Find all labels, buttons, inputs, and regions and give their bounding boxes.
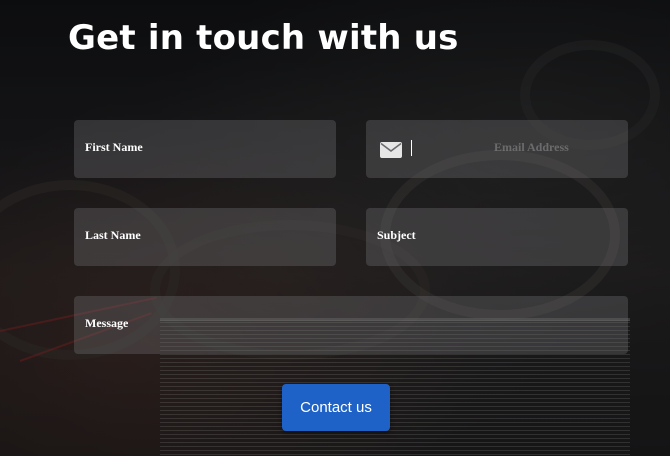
email-placeholder: Email Address	[494, 140, 569, 154]
contact-us-button[interactable]: Contact us	[282, 384, 390, 431]
subject-label: Subject	[377, 228, 416, 242]
last-name-label: Last Name	[85, 228, 141, 242]
page-title: Get in touch with us	[68, 18, 459, 58]
message-field[interactable]: Message	[74, 296, 628, 354]
envelope-icon	[380, 142, 402, 158]
text-cursor	[411, 140, 412, 156]
message-label: Message	[85, 316, 129, 330]
contact-section: Get in touch with us First Name Email Ad…	[0, 0, 670, 456]
last-name-field[interactable]: Last Name	[74, 208, 336, 266]
first-name-field[interactable]: First Name	[74, 120, 336, 178]
email-field[interactable]: Email Address	[366, 120, 628, 178]
first-name-label: First Name	[85, 140, 143, 154]
subject-field[interactable]: Subject	[366, 208, 628, 266]
